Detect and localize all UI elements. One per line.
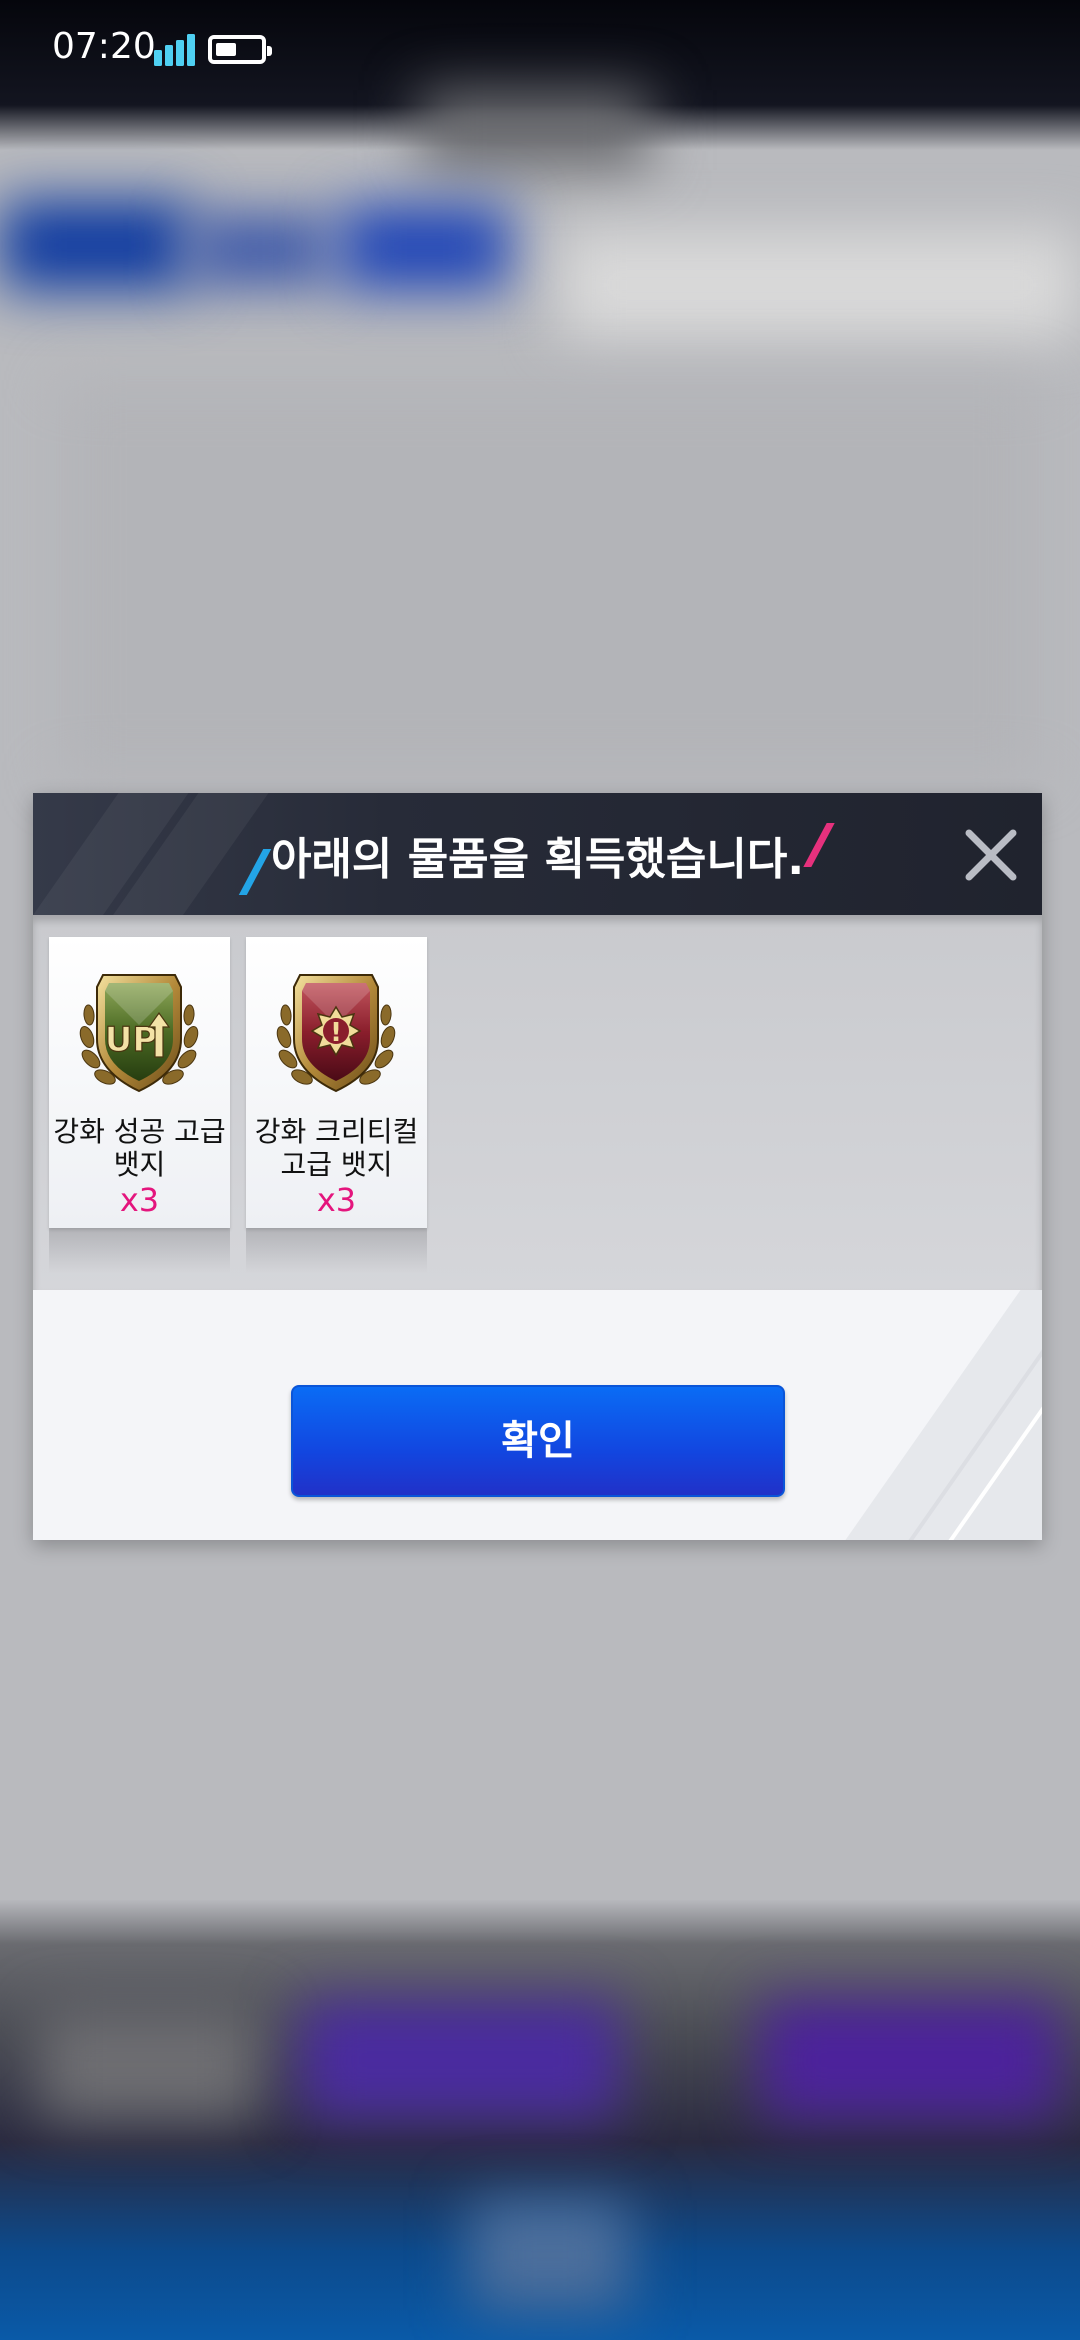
item-card-shadow xyxy=(246,1228,427,1273)
reward-item-name: 강화 크리티컬 고급 뱃지 xyxy=(246,1115,427,1181)
footer-decoration xyxy=(817,1290,1042,1540)
reward-item-card[interactable]: ! 강화 크리티컬 고급 뱃지 x3 xyxy=(246,937,427,1228)
background-blob xyxy=(190,215,330,285)
background-blob xyxy=(560,230,1080,340)
reward-item-name-line: 강화 성공 고급 xyxy=(53,1115,226,1148)
background-blob xyxy=(420,90,650,170)
reward-item-name-line: 고급 뱃지 xyxy=(280,1148,393,1181)
background-blob xyxy=(40,2010,260,2120)
close-icon[interactable] xyxy=(961,825,1021,885)
battery-icon xyxy=(208,35,272,64)
background-blob xyxy=(470,2200,630,2310)
background-blob xyxy=(300,2000,620,2120)
background-blob xyxy=(340,205,510,290)
signal-bars-icon xyxy=(154,34,195,66)
item-card-shadow xyxy=(49,1228,230,1273)
dialog-header: 아래의 물품을 획득했습니다. xyxy=(33,793,1042,915)
reward-items-area: UP 강화 성공 고급 뱃지 x3 ! 강화 크리티컬 고급 뱃지 x3 xyxy=(33,915,1042,1290)
reward-item-card[interactable]: UP 강화 성공 고급 뱃지 x3 xyxy=(49,937,230,1228)
reward-item-name-line: 뱃지 xyxy=(113,1148,166,1181)
status-bar: 07:20 xyxy=(0,0,1080,100)
reward-item-name-line: 강화 크리티컬 xyxy=(254,1115,419,1148)
upgrade-critical-badge-icon: ! xyxy=(276,974,396,1093)
background-blob xyxy=(760,2000,1060,2120)
reward-item-quantity: x3 xyxy=(119,1181,160,1219)
upgrade-success-badge-icon: UP xyxy=(79,974,199,1093)
dialog-footer: 확인 xyxy=(33,1290,1042,1540)
background-blob xyxy=(0,200,190,290)
reward-item-name: 강화 성공 고급 뱃지 xyxy=(49,1115,230,1181)
battery-level xyxy=(216,43,236,56)
reward-item-quantity: x3 xyxy=(316,1181,357,1219)
dialog-title: 아래의 물품을 획득했습니다. xyxy=(270,834,805,885)
background-blob xyxy=(60,380,1040,780)
status-time: 07:20 xyxy=(52,26,156,67)
confirm-button[interactable]: 확인 xyxy=(291,1385,785,1497)
badge-label: ! xyxy=(330,1018,342,1048)
reward-dialog: 아래의 물품을 획득했습니다. UP 강화 성공 고급 뱃지 x3 ! 강화 크… xyxy=(33,793,1042,1540)
